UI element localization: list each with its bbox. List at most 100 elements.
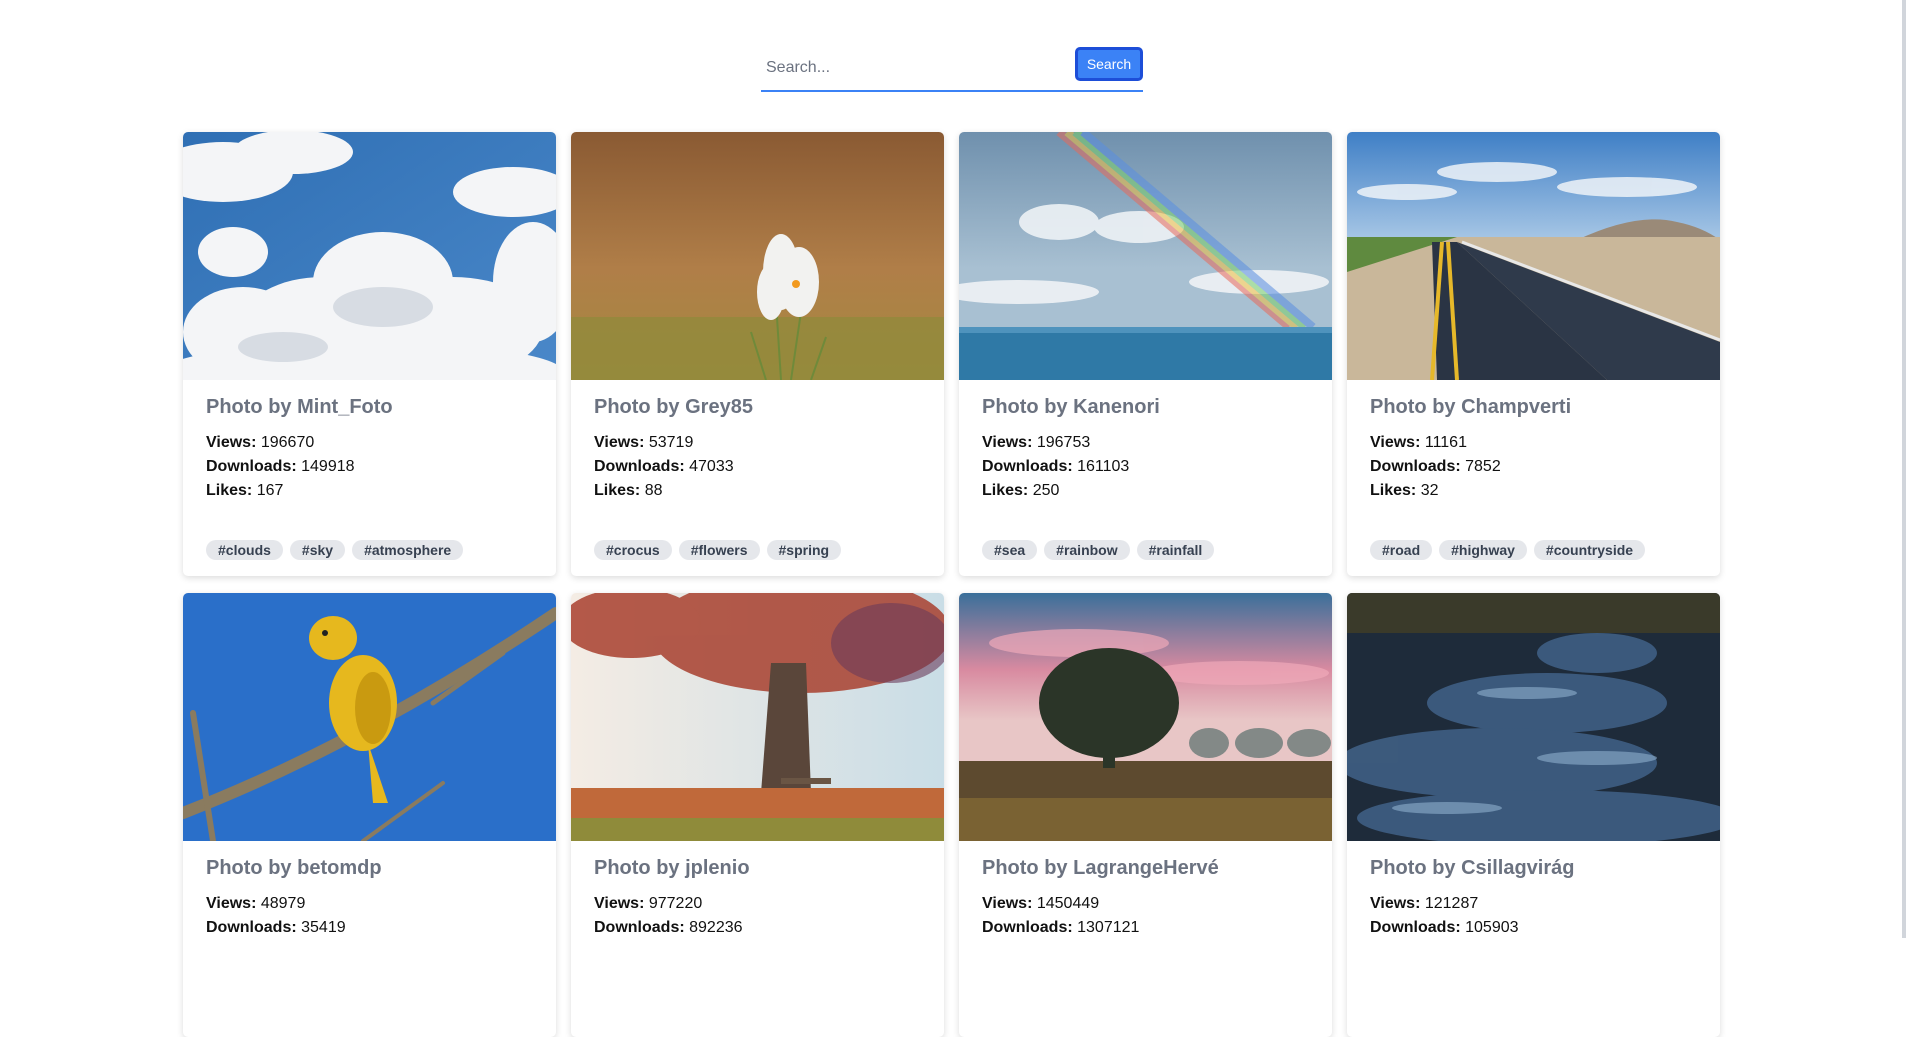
- downloads-value: 35419: [301, 919, 346, 936]
- likes-stat: Likes: 32: [1370, 479, 1697, 503]
- downloads-value: 149918: [301, 458, 355, 475]
- likes-value: 88: [644, 482, 663, 499]
- tag[interactable]: #countryside: [1533, 540, 1646, 560]
- views-stat: Views: 196670: [206, 431, 533, 455]
- photo-card[interactable]: Photo by Kanenori Views: 196753 Download…: [959, 132, 1332, 576]
- page-scrollbar[interactable]: [1902, 0, 1906, 938]
- downloads-value: 47033: [689, 458, 734, 475]
- tag[interactable]: #clouds: [206, 540, 283, 560]
- views-label: Views:: [982, 434, 1033, 451]
- views-stat: Views: 977220: [594, 892, 921, 916]
- views-value: 977220: [648, 895, 703, 912]
- downloads-label: Downloads:: [1370, 919, 1461, 936]
- downloads-label: Downloads:: [594, 458, 685, 475]
- likes-value: 32: [1420, 482, 1439, 499]
- search-button[interactable]: Search: [1075, 47, 1143, 81]
- photo-title: Photo by betomdp: [206, 857, 382, 879]
- photo-title: Photo by Kanenori: [982, 396, 1160, 418]
- photo-title: Photo by LagrangeHervé: [982, 857, 1219, 879]
- photo-card[interactable]: Photo by Mint_Foto Views: 196670 Downloa…: [183, 132, 556, 576]
- downloads-value: 892236: [689, 919, 743, 936]
- views-value: 121287: [1424, 895, 1479, 912]
- photo-title: Photo by Mint_Foto: [206, 396, 393, 418]
- tag-list: #road #highway #countryside: [1370, 540, 1646, 560]
- tag-list: #sea #rainbow #rainfall: [982, 540, 1215, 560]
- photo-card[interactable]: Photo by jplenio Views: 977220 Downloads…: [571, 593, 944, 1037]
- views-label: Views:: [594, 434, 645, 451]
- photo-card[interactable]: Photo by LagrangeHervé Views: 1450449 Do…: [959, 593, 1332, 1037]
- downloads-value: 7852: [1465, 458, 1501, 475]
- tag[interactable]: #atmosphere: [352, 540, 464, 560]
- tag[interactable]: #spring: [766, 540, 842, 560]
- downloads-stat: Downloads: 1307121: [982, 916, 1309, 940]
- photo-card[interactable]: Photo by Csillagvirág Views: 121287 Down…: [1347, 593, 1720, 1037]
- downloads-stat: Downloads: 47033: [594, 455, 921, 479]
- downloads-stat: Downloads: 35419: [206, 916, 533, 940]
- views-stat: Views: 11161: [1370, 431, 1697, 455]
- downloads-value: 1307121: [1077, 919, 1140, 936]
- views-stat: Views: 53719: [594, 431, 921, 455]
- downloads-stat: Downloads: 7852: [1370, 455, 1697, 479]
- downloads-stat: Downloads: 149918: [206, 455, 533, 479]
- likes-stat: Likes: 167: [206, 479, 533, 503]
- likes-label: Likes:: [206, 482, 253, 499]
- tag[interactable]: #flowers: [678, 540, 760, 560]
- likes-stat: Likes: 88: [594, 479, 921, 503]
- views-value: 53719: [648, 434, 694, 451]
- downloads-value: 161103: [1077, 458, 1130, 475]
- views-label: Views:: [206, 434, 257, 451]
- photo-image[interactable]: [1347, 593, 1720, 841]
- likes-value: 250: [1032, 482, 1060, 499]
- likes-label: Likes:: [1370, 482, 1417, 499]
- tag[interactable]: #rainbow: [1044, 540, 1130, 560]
- photo-image[interactable]: [959, 132, 1332, 380]
- photo-title: Photo by Champverti: [1370, 396, 1572, 418]
- tag[interactable]: #sky: [289, 540, 346, 560]
- views-label: Views:: [206, 895, 257, 912]
- likes-label: Likes:: [982, 482, 1029, 499]
- search-form: Search: [761, 46, 1143, 92]
- photo-title: Photo by jplenio: [594, 857, 750, 879]
- photo-image[interactable]: [1347, 132, 1720, 380]
- likes-value: 167: [256, 482, 284, 499]
- photo-image[interactable]: [183, 593, 556, 841]
- tag-list: #clouds #sky #atmosphere: [206, 540, 464, 560]
- photo-image[interactable]: [959, 593, 1332, 841]
- views-label: Views:: [1370, 434, 1421, 451]
- photo-title: Photo by Grey85: [594, 396, 753, 418]
- photo-title: Photo by Csillagvirág: [1370, 857, 1575, 879]
- views-value: 48979: [260, 895, 306, 912]
- photo-card[interactable]: Photo by Grey85 Views: 53719 Downloads: …: [571, 132, 944, 576]
- downloads-label: Downloads:: [206, 458, 297, 475]
- downloads-label: Downloads:: [594, 919, 685, 936]
- views-value: 1450449: [1036, 895, 1100, 912]
- views-label: Views:: [594, 895, 645, 912]
- views-stat: Views: 1450449: [982, 892, 1309, 916]
- photo-image[interactable]: [183, 132, 556, 380]
- photo-card[interactable]: Photo by Champverti Views: 11161 Downloa…: [1347, 132, 1720, 576]
- views-value: 11161: [1424, 434, 1467, 451]
- downloads-stat: Downloads: 161103: [982, 455, 1309, 479]
- photo-card[interactable]: Photo by betomdp Views: 48979 Downloads:…: [183, 593, 556, 1037]
- tag[interactable]: #crocus: [594, 540, 672, 560]
- tag[interactable]: #road: [1370, 540, 1433, 560]
- likes-stat: Likes: 250: [982, 479, 1309, 503]
- photo-grid: Photo by Mint_Foto Views: 196670 Downloa…: [183, 132, 1720, 1037]
- views-label: Views:: [982, 895, 1033, 912]
- tag[interactable]: #rainfall: [1136, 540, 1215, 560]
- views-value: 196753: [1036, 434, 1091, 451]
- photo-image[interactable]: [571, 593, 944, 841]
- tag[interactable]: #sea: [982, 540, 1038, 560]
- downloads-label: Downloads:: [206, 919, 297, 936]
- views-stat: Views: 196753: [982, 431, 1309, 455]
- views-value: 196670: [260, 434, 315, 451]
- photo-image[interactable]: [571, 132, 944, 380]
- views-stat: Views: 48979: [206, 892, 533, 916]
- downloads-label: Downloads:: [982, 458, 1073, 475]
- scrollbar-thumb[interactable]: [1902, 0, 1906, 938]
- downloads-value: 105903: [1465, 919, 1519, 936]
- likes-label: Likes:: [594, 482, 641, 499]
- tag-list: #crocus #flowers #spring: [594, 540, 842, 560]
- tag[interactable]: #highway: [1439, 540, 1527, 560]
- downloads-stat: Downloads: 892236: [594, 916, 921, 940]
